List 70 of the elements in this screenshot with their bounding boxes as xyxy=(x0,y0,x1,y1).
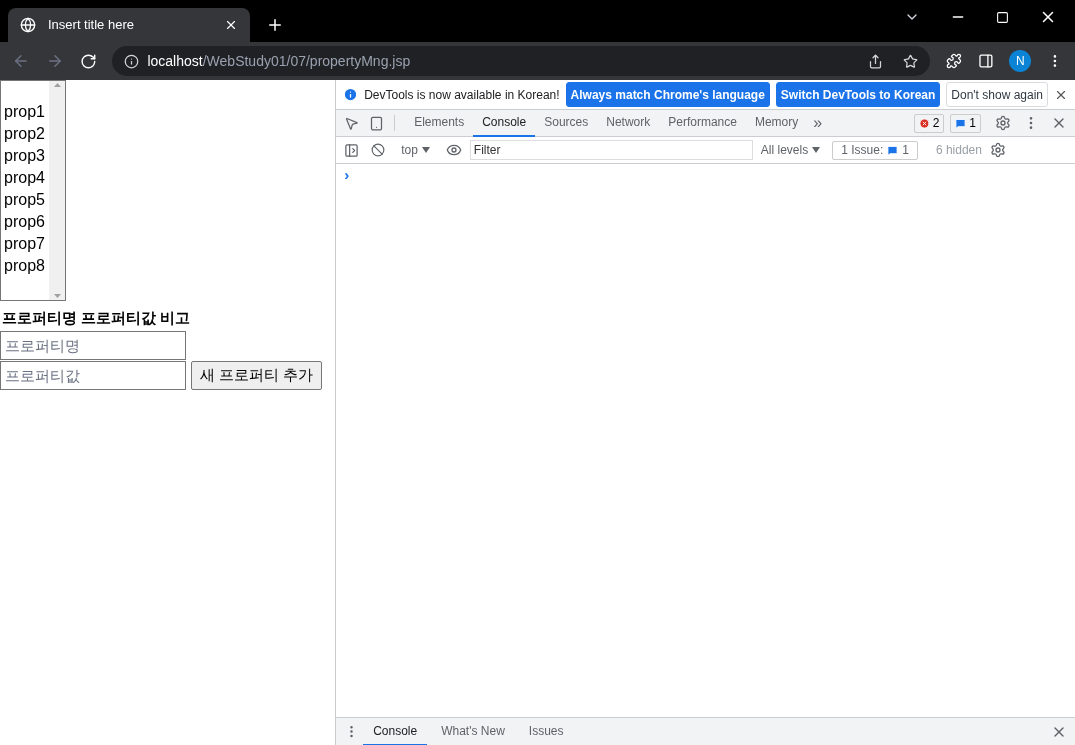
issues-count: 1 xyxy=(902,142,909,159)
reload-icon[interactable] xyxy=(79,52,97,70)
add-property-button[interactable]: 새 프로퍼티 추가 xyxy=(191,360,323,390)
banner-button[interactable]: Switch DevTools to Korean xyxy=(775,82,941,107)
sidebar-toggle-icon[interactable] xyxy=(344,142,360,158)
issues-counter[interactable]: 1 Issue: 1 xyxy=(832,140,918,160)
table-header: 프로퍼티값 xyxy=(81,308,156,328)
table-header: 프로퍼티명 xyxy=(2,308,77,328)
drawer-tab[interactable]: What's New xyxy=(431,717,515,745)
device-icon[interactable] xyxy=(369,115,385,131)
devtools-tab[interactable]: Memory xyxy=(745,109,808,137)
list-option[interactable]: prop7 xyxy=(1,233,49,255)
settings-icon[interactable] xyxy=(989,142,1006,158)
message-icon xyxy=(887,144,899,156)
issues-label: 1 Issue: xyxy=(841,142,884,159)
list-option[interactable]: prop2 xyxy=(1,123,49,145)
drawer-tab[interactable]: Console xyxy=(363,717,428,745)
devtools-tab[interactable]: Performance xyxy=(659,109,746,137)
name-field[interactable]: 프로퍼티명 xyxy=(0,330,186,360)
address-bar[interactable]: localhost/WebStudy01/07/propertyMng.jsp xyxy=(112,46,930,76)
info-icon xyxy=(343,87,359,102)
levels-dropdown[interactable]: All levels xyxy=(760,141,821,159)
list-option[interactable]: prop6 xyxy=(1,211,49,233)
clear-icon[interactable] xyxy=(371,143,386,157)
caret-icon xyxy=(421,147,430,153)
console-prompt[interactable]: › xyxy=(344,166,350,183)
profile-avatar[interactable]: N xyxy=(1009,50,1032,72)
banner-button[interactable]: Always match Chrome's language xyxy=(565,82,770,107)
eye-icon[interactable] xyxy=(445,142,462,158)
banner-message: DevTools is now available in Korean! xyxy=(364,86,560,104)
value-field[interactable]: 프로퍼티값 xyxy=(0,360,186,390)
hidden-count: 6 hidden xyxy=(935,142,982,159)
inspect-icon[interactable] xyxy=(344,115,360,131)
info-icon xyxy=(124,53,140,69)
list-option[interactable]: prop1 xyxy=(1,101,49,123)
more-tabs[interactable]: » xyxy=(813,111,823,135)
message-count: 1 xyxy=(969,115,976,132)
devtools-tab[interactable]: Sources xyxy=(535,109,598,137)
list-option[interactable]: prop4 xyxy=(1,167,49,189)
list-option[interactable]: prop5 xyxy=(1,189,49,211)
maximize-icon[interactable] xyxy=(996,10,1009,24)
banner-button[interactable]: Don't show again xyxy=(946,82,1048,107)
devtools-tab[interactable]: Network xyxy=(597,109,660,137)
filter-field[interactable]: Filter xyxy=(469,140,753,160)
error-count: 2 xyxy=(932,115,940,132)
puzzle-icon[interactable] xyxy=(945,53,962,69)
back-icon[interactable] xyxy=(12,52,30,70)
share-icon[interactable] xyxy=(867,53,883,69)
drawer-tab[interactable]: Issues xyxy=(518,717,574,745)
star-icon[interactable] xyxy=(902,53,918,69)
message-counter[interactable]: 1 xyxy=(950,113,981,133)
side-panel-icon[interactable] xyxy=(977,53,994,69)
list-option[interactable]: prop3 xyxy=(1,145,49,167)
browser-tab[interactable]: Insert title here xyxy=(8,8,250,42)
error-counter[interactable]: 2 xyxy=(913,113,945,133)
devtools-tab[interactable]: Elements xyxy=(405,109,474,137)
settings-icon[interactable] xyxy=(995,115,1011,131)
new-tab-icon[interactable] xyxy=(266,16,284,34)
error-icon xyxy=(918,117,930,129)
globe-icon xyxy=(20,17,36,33)
list-option[interactable]: prop8 xyxy=(1,255,49,277)
tab-title: Insert title here xyxy=(48,16,135,35)
close-icon[interactable] xyxy=(224,18,238,32)
property-listbox[interactable]: prop1 prop2 prop3 prop4 prop5 prop6 prop7 prop8 xyxy=(0,80,66,301)
devtools-tab[interactable]: Console xyxy=(473,109,536,137)
url-text: localhost/WebStudy01/07/propertyMng.jsp xyxy=(147,51,411,71)
message-icon xyxy=(955,117,967,129)
context-dropdown[interactable]: top xyxy=(401,141,430,159)
caret-icon xyxy=(812,147,821,153)
table-header: 비고 xyxy=(160,308,190,328)
